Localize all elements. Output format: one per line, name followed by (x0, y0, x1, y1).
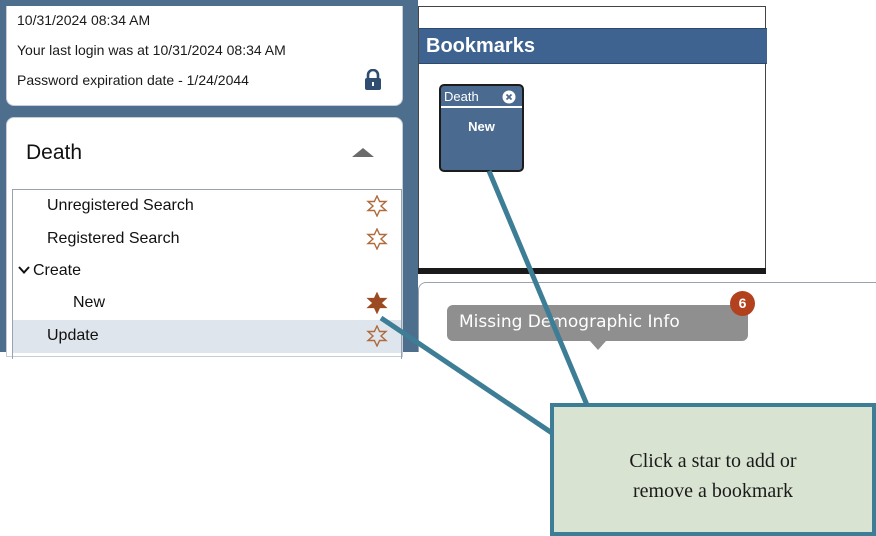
bookmarks-divider (418, 268, 766, 274)
star-filled-icon[interactable] (366, 292, 388, 314)
session-info-card: 10/31/2024 08:34 AM Your last login was … (6, 6, 403, 106)
right-panel-border (405, 0, 418, 352)
menu-item-new[interactable]: New (13, 287, 401, 320)
menu-item-label: Create (33, 262, 82, 279)
menu-item-unregistered-search[interactable]: Unregistered Search (13, 190, 401, 223)
callout-line-2: remove a bookmark (633, 480, 793, 502)
bookmark-tile-death-new[interactable]: Death New (439, 84, 524, 172)
bookmark-tile-action: New (468, 119, 495, 134)
chevron-down-icon (18, 266, 30, 274)
star-outline-icon[interactable] (366, 228, 388, 250)
callout-text: Click a star to add or remove a bookmark (554, 446, 872, 506)
death-menu-list: Unregistered Search Registered Search Cr… (12, 189, 402, 359)
last-login-text: Your last login was at 10/31/2024 08:34 … (17, 42, 286, 58)
session-datetime: 10/31/2024 08:34 AM (17, 12, 151, 28)
death-menu-card: Death Unregistered Search Registered Sea… (6, 117, 403, 359)
menu-item-update[interactable]: Update (13, 320, 401, 353)
count-badge: 6 (730, 291, 755, 316)
missing-demographic-info-button[interactable]: Missing Demographic Info (447, 305, 748, 341)
bookmarks-panel: Bookmarks Death New (418, 6, 767, 274)
caret-up-icon[interactable] (352, 148, 374, 157)
star-outline-icon[interactable] (366, 325, 388, 347)
bookmark-tile-name: Death (444, 89, 479, 104)
instruction-callout: Click a star to add or remove a bookmark (550, 403, 876, 536)
menu-item-create[interactable]: Create (13, 255, 401, 288)
menu-item-label: Unregistered Search (47, 197, 194, 214)
close-icon[interactable] (502, 90, 516, 104)
menu-item-label: Update (47, 327, 99, 344)
bookmarks-header: Bookmarks (419, 28, 767, 64)
star-outline-icon[interactable] (366, 195, 388, 217)
bookmarks-title: Bookmarks (426, 35, 535, 57)
menu-item-registered-search[interactable]: Registered Search (13, 223, 401, 256)
callout-line-1: Click a star to add or (629, 450, 797, 472)
missing-demographic-info-label: Missing Demographic Info (459, 312, 680, 332)
death-section-title: Death (26, 141, 83, 164)
password-expiration-text: Password expiration date - 1/24/2044 (17, 72, 249, 88)
bookmark-tile-header: Death (441, 86, 522, 108)
menu-item-label: Registered Search (47, 230, 180, 247)
menu-item-label: New (73, 294, 106, 311)
lock-icon[interactable] (364, 69, 382, 91)
tooltip-pointer (590, 341, 606, 350)
